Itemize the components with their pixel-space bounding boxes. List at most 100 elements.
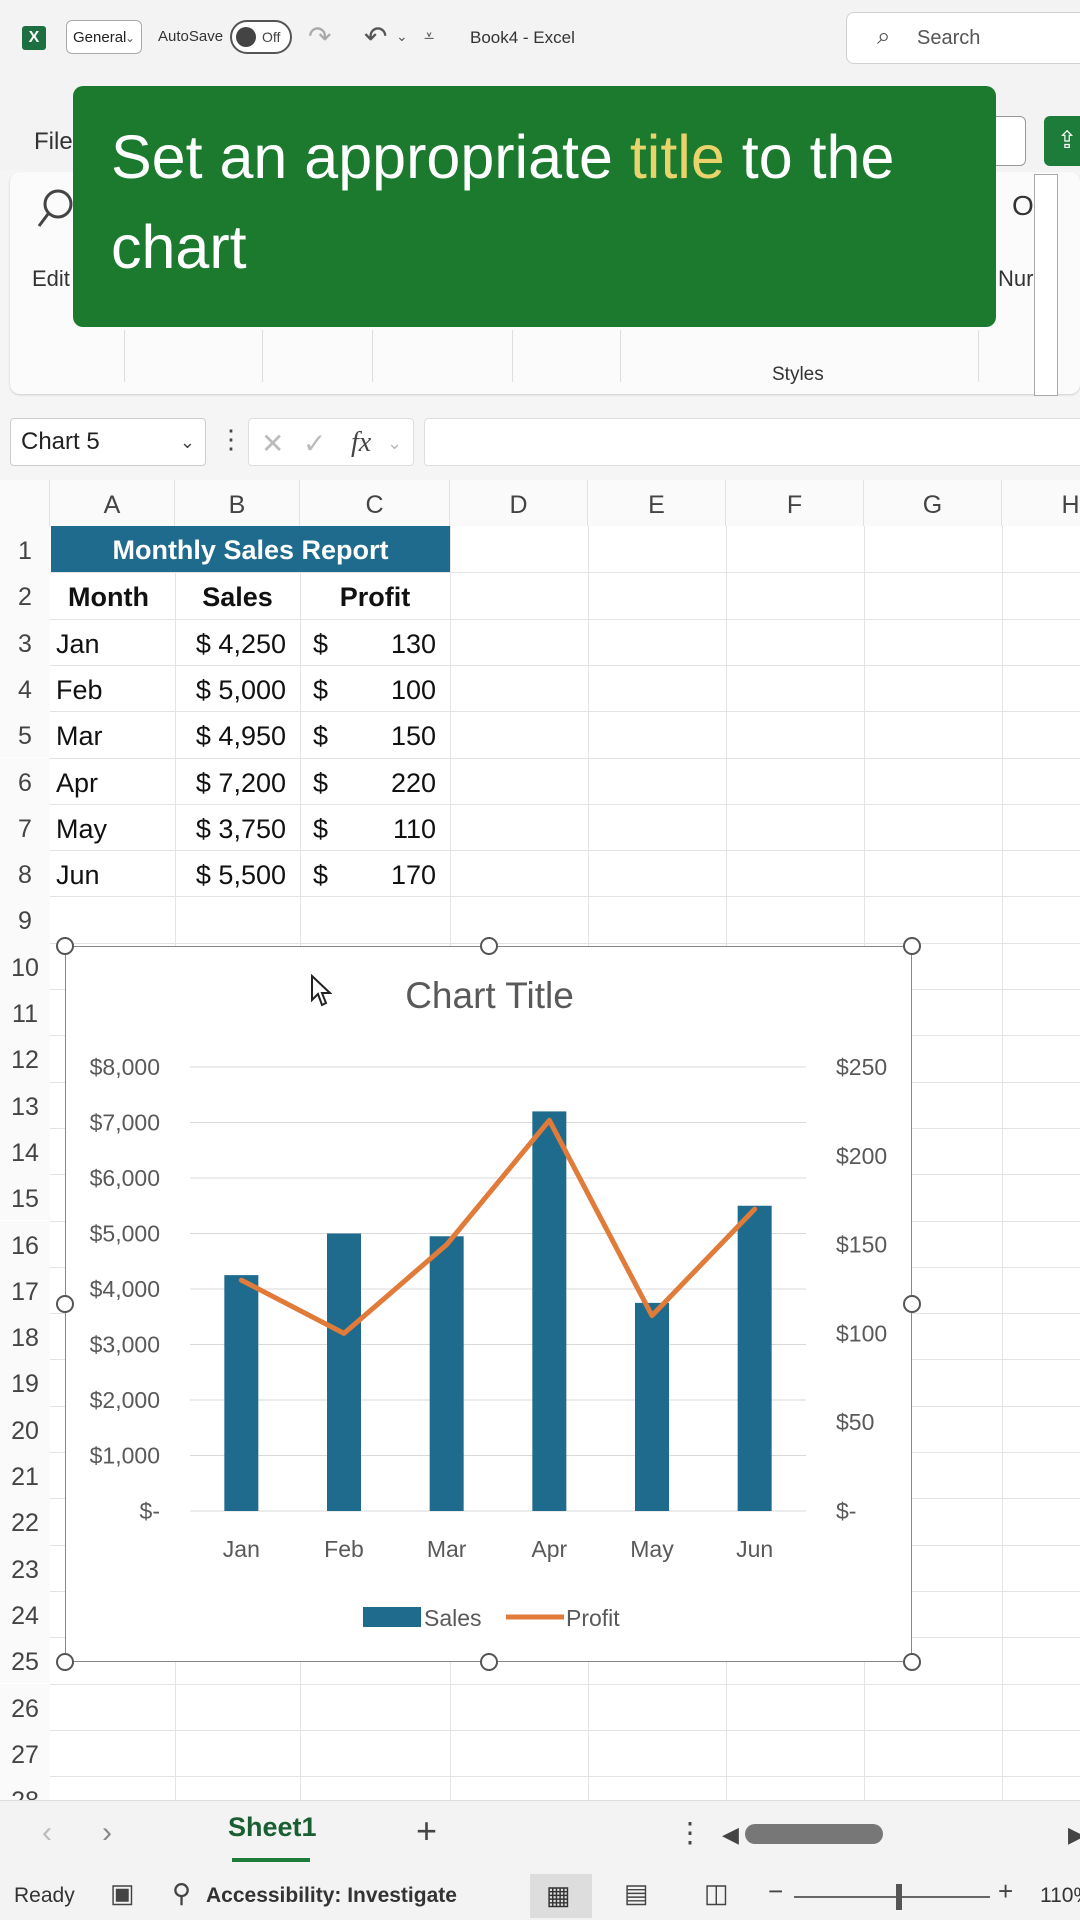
- search-box[interactable]: ⌕ Search: [846, 12, 1080, 64]
- scroll-left-icon[interactable]: ◀: [722, 1822, 739, 1848]
- row-header[interactable]: 21: [0, 1452, 50, 1499]
- row-header[interactable]: 1: [0, 526, 50, 573]
- profit-cell[interactable]: 130: [340, 619, 436, 665]
- column-header[interactable]: D: [450, 480, 588, 526]
- resize-handle[interactable]: [479, 937, 498, 955]
- chevron-down-icon[interactable]: ⌄: [387, 433, 402, 454]
- report-title-cell[interactable]: Monthly Sales Report: [51, 526, 450, 572]
- month-cell[interactable]: Mar: [56, 711, 103, 757]
- insert-function-icon[interactable]: fx: [351, 427, 371, 459]
- normal-view-button[interactable]: ▦: [530, 1874, 592, 1918]
- row-header[interactable]: 25: [0, 1637, 50, 1684]
- month-cell[interactable]: Apr: [56, 758, 98, 804]
- row-header[interactable]: 2: [0, 572, 50, 619]
- resize-handle[interactable]: [479, 1653, 498, 1671]
- column-header[interactable]: H: [1002, 480, 1080, 526]
- table-header-cell[interactable]: Sales: [175, 572, 300, 618]
- row-header[interactable]: 13: [0, 1081, 50, 1128]
- resize-handle[interactable]: [56, 1295, 74, 1313]
- month-cell[interactable]: Jan: [56, 619, 100, 665]
- row-header[interactable]: 15: [0, 1174, 50, 1221]
- profit-cell[interactable]: 170: [340, 850, 436, 896]
- select-all-corner[interactable]: [0, 480, 50, 526]
- next-sheet-icon[interactable]: ›: [102, 1816, 112, 1850]
- row-header[interactable]: 11: [0, 989, 50, 1036]
- column-header[interactable]: C: [300, 480, 450, 526]
- name-box[interactable]: Chart 5 ⌄: [10, 418, 206, 466]
- row-header[interactable]: 5: [0, 711, 50, 758]
- page-layout-view-icon[interactable]: ▤: [624, 1878, 649, 1909]
- row-header[interactable]: 16: [0, 1220, 50, 1267]
- column-header[interactable]: A: [50, 480, 175, 526]
- month-cell[interactable]: Feb: [56, 665, 103, 711]
- macro-record-icon[interactable]: ▣: [110, 1878, 135, 1909]
- editing-label[interactable]: Edit: [32, 266, 70, 292]
- table-header-cell[interactable]: Month: [68, 572, 188, 618]
- column-header[interactable]: B: [175, 480, 300, 526]
- ribbon-scrollbar[interactable]: [1034, 174, 1058, 396]
- horizontal-scrollbar-thumb[interactable]: [745, 1824, 883, 1844]
- row-header[interactable]: 9: [0, 896, 50, 943]
- profit-cell[interactable]: 220: [340, 758, 436, 804]
- profit-cell[interactable]: 150: [340, 711, 436, 757]
- row-header[interactable]: 17: [0, 1266, 50, 1314]
- row-header[interactable]: 3: [0, 618, 50, 665]
- row-header[interactable]: 27: [0, 1729, 50, 1777]
- scroll-right-icon[interactable]: ▶: [1068, 1822, 1080, 1848]
- previous-sheet-icon[interactable]: ‹: [42, 1816, 52, 1850]
- autosave-toggle[interactable]: Off: [230, 20, 292, 54]
- chart-object[interactable]: $- $1,000 $2,000 $3,000 $4,000 $5,000 $6,000 $7…: [65, 946, 912, 1662]
- sales-cell[interactable]: $ 4,250: [178, 619, 286, 665]
- profit-cell[interactable]: 100: [340, 665, 436, 711]
- row-header[interactable]: 12: [0, 1035, 50, 1082]
- formula-input[interactable]: [424, 418, 1080, 466]
- sales-cell[interactable]: $ 4,950: [178, 711, 286, 757]
- row-header[interactable]: 19: [0, 1359, 50, 1406]
- row-header[interactable]: 24: [0, 1590, 50, 1638]
- chevron-down-icon[interactable]: ⌄: [180, 419, 195, 465]
- sales-cell[interactable]: $ 5,500: [178, 850, 286, 896]
- row-header[interactable]: 28: [0, 1776, 50, 1800]
- sales-cell[interactable]: $ 5,000: [178, 665, 286, 711]
- month-cell[interactable]: May: [56, 804, 107, 850]
- column-header[interactable]: F: [726, 480, 864, 526]
- resize-handle[interactable]: [903, 1653, 921, 1671]
- add-sheet-button[interactable]: +: [416, 1810, 437, 1852]
- row-header[interactable]: 22: [0, 1498, 50, 1545]
- table-header-cell[interactable]: Profit: [300, 572, 450, 618]
- customize-toolbar-icon[interactable]: ⩡: [424, 26, 434, 47]
- row-header[interactable]: 20: [0, 1405, 50, 1452]
- redo-icon[interactable]: ↷: [308, 20, 331, 53]
- tab-file[interactable]: File: [34, 128, 73, 156]
- share-icon[interactable]: ⇪: [1044, 116, 1080, 166]
- resize-handle[interactable]: [903, 1295, 921, 1313]
- row-header[interactable]: 6: [0, 757, 50, 804]
- sheet-options-icon[interactable]: ⋮: [676, 1816, 704, 1849]
- row-header[interactable]: 23: [0, 1544, 50, 1591]
- sheet-tab-sheet1[interactable]: Sheet1: [228, 1812, 317, 1843]
- undo-icon[interactable]: ↶: [364, 20, 387, 53]
- zoom-level[interactable]: 110%: [1040, 1884, 1080, 1908]
- profit-cell[interactable]: 110: [340, 804, 436, 850]
- enter-icon[interactable]: ✓: [303, 427, 326, 460]
- accessibility-icon[interactable]: ⚲: [172, 1878, 191, 1909]
- row-header[interactable]: 18: [0, 1313, 50, 1360]
- row-header[interactable]: 7: [0, 803, 50, 851]
- number-label[interactable]: Nur: [998, 266, 1033, 292]
- page-break-view-icon[interactable]: ◫: [704, 1878, 729, 1909]
- column-header[interactable]: E: [588, 480, 726, 526]
- month-cell[interactable]: Jun: [56, 850, 100, 896]
- resize-handle[interactable]: [56, 1653, 74, 1671]
- row-header[interactable]: 26: [0, 1683, 50, 1730]
- sales-cell[interactable]: $ 7,200: [178, 758, 286, 804]
- zoom-slider[interactable]: [794, 1896, 990, 1898]
- undo-dropdown-icon[interactable]: ⌄: [396, 28, 408, 45]
- row-header[interactable]: 10: [0, 942, 50, 989]
- zoom-slider-thumb[interactable]: [896, 1884, 902, 1910]
- resize-handle[interactable]: [56, 937, 74, 955]
- row-header[interactable]: 14: [0, 1127, 50, 1175]
- workspace-select[interactable]: General ⌄: [66, 20, 142, 54]
- column-header[interactable]: G: [864, 480, 1002, 526]
- row-header[interactable]: 4: [0, 664, 50, 712]
- chart-title[interactable]: Chart Title: [66, 975, 913, 1017]
